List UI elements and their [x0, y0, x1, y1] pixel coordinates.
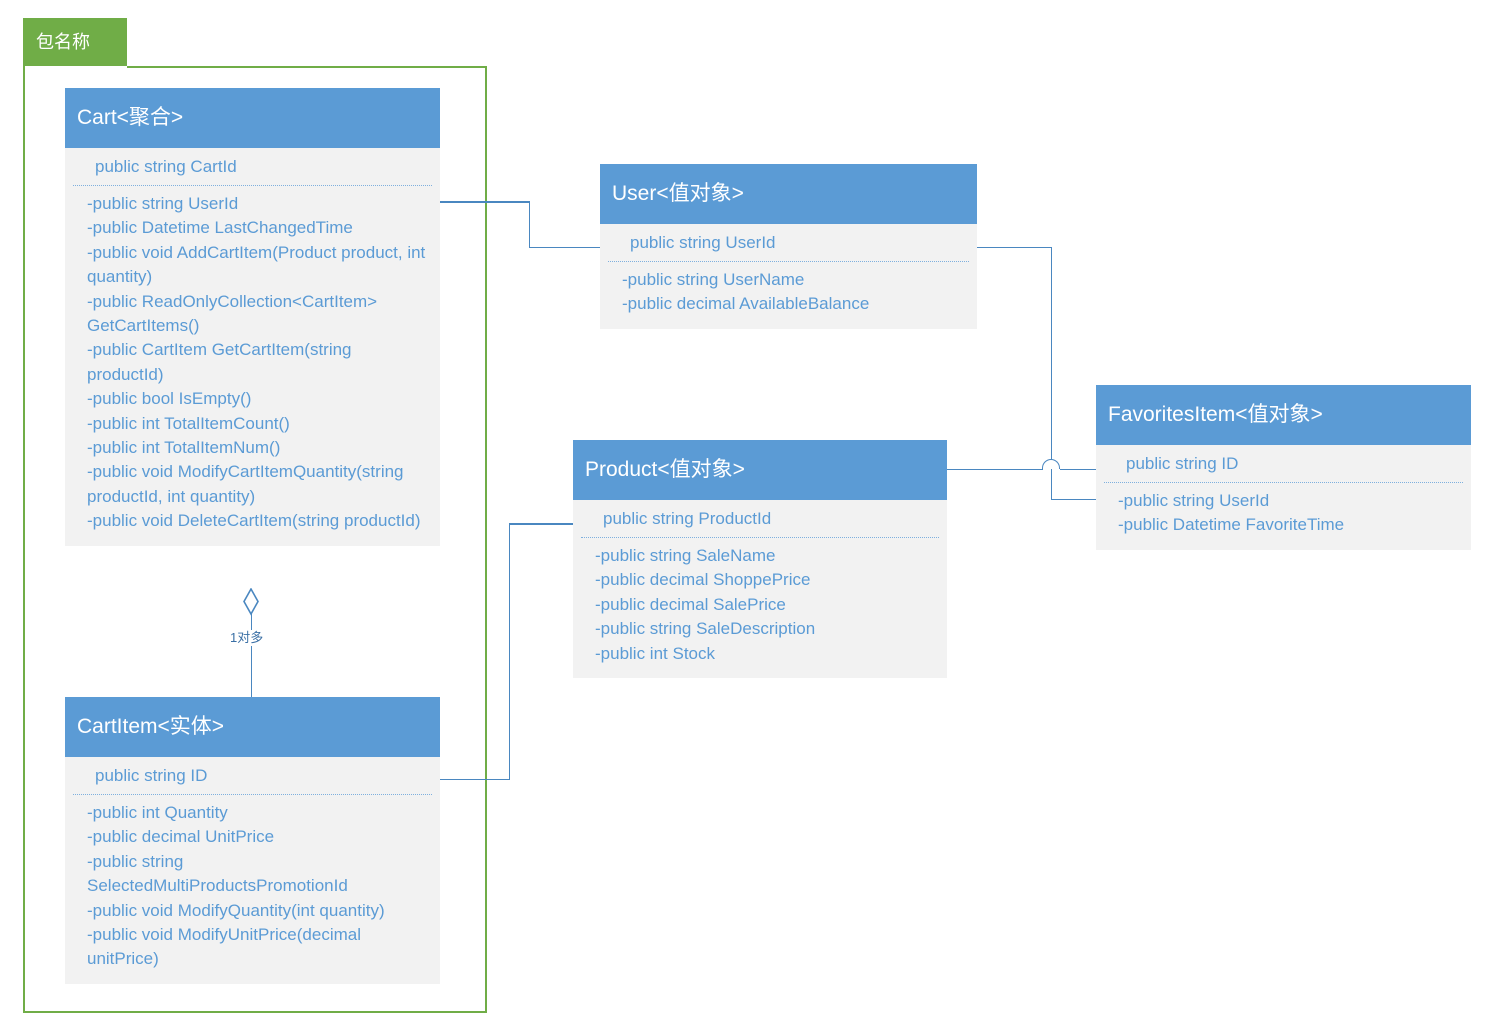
- connector-user-favoritesitem-seg2: [1050, 246, 1053, 464]
- class-box-favoritesitem[interactable]: FavoritesItem<值对象> public string ID -pub…: [1096, 385, 1471, 550]
- relationship-label-1dm: 1对多: [228, 630, 266, 646]
- class-member: -public int TotalItemNum(): [87, 438, 281, 458]
- connector-cart-user-seg3: [528, 246, 601, 249]
- class-member: -public string SaleDescription: [595, 619, 816, 639]
- class-member: -public void ModifyUnitPrice(decimal uni…: [87, 925, 361, 969]
- class-body-favoritesitem: public string ID -public string UserId -…: [1096, 445, 1471, 550]
- class-member: -public string SelectedMultiProductsProm…: [87, 851, 348, 896]
- class-member: -public string SaleName: [595, 546, 776, 565]
- class-key-attribute-user: public string UserId: [608, 224, 969, 262]
- class-key-attribute-cart: public string CartId: [73, 148, 432, 186]
- uml-class-diagram-canvas: 包名称 1对多 Cart<聚合> public string CartId -p…: [0, 0, 1487, 1030]
- class-box-product[interactable]: Product<值对象> public string ProductId -pu…: [573, 440, 947, 679]
- class-header-favoritesitem: FavoritesItem<值对象>: [1096, 385, 1471, 445]
- class-member: -public decimal UnitPrice: [87, 827, 275, 847]
- class-member: -public string UserId: [1118, 491, 1270, 510]
- package-tab[interactable]: 包名称: [23, 18, 127, 66]
- class-body-product: public string ProductId -public string S…: [573, 500, 947, 679]
- class-member: -public void ModifyQuantity(int quantity…: [87, 900, 385, 920]
- class-key-attribute-favoritesitem: public string ID: [1104, 445, 1463, 483]
- class-body-user: public string UserId -public string User…: [600, 224, 977, 329]
- class-member: -public decimal AvailableBalance: [622, 294, 870, 314]
- class-member: -public string UserId: [87, 194, 239, 213]
- class-header-user: User<值对象>: [600, 164, 977, 224]
- class-member: -public void DeleteCartItem(string produ…: [87, 511, 421, 531]
- class-member: -public CartItem GetCartItem(string prod…: [87, 340, 352, 384]
- class-header-cart: Cart<聚合>: [65, 88, 440, 148]
- class-member: -public int Stock: [595, 643, 715, 663]
- class-member: -public int Quantity: [87, 803, 228, 822]
- class-members-favoritesitem: -public string UserId -public Datetime F…: [1096, 483, 1471, 540]
- class-box-user[interactable]: User<值对象> public string UserId -public s…: [600, 164, 977, 329]
- class-member: -public bool IsEmpty(): [87, 389, 252, 409]
- connector-product-favoritesitem-seg1: [947, 468, 1043, 471]
- connector-cartitem-product-seg2: [508, 523, 511, 779]
- class-members-product: -public string SaleName -public decimal …: [573, 538, 947, 668]
- connector-user-favoritesitem-seg1: [977, 246, 1052, 249]
- class-member: -public string UserName: [622, 270, 805, 289]
- class-member: -public void AddCartItem(Product product…: [87, 242, 426, 287]
- package-frame-top-edge: [127, 66, 487, 68]
- connector-user-favoritesitem-seg3: [1050, 469, 1053, 500]
- connector-user-favoritesitem-seg4: [1050, 498, 1097, 501]
- class-header-product: Product<值对象>: [573, 440, 947, 500]
- class-member: -public ReadOnlyCollection<CartItem> Get…: [87, 291, 378, 336]
- class-member: -public Datetime LastChangedTime: [87, 218, 353, 238]
- package-tab-label: 包名称: [36, 32, 90, 52]
- class-member: -public int TotalItemCount(): [87, 413, 290, 433]
- connector-line-hop: [1042, 459, 1060, 469]
- class-box-cartitem[interactable]: CartItem<实体> public string ID -public in…: [65, 697, 440, 984]
- class-member: -public Datetime FavoriteTime: [1118, 515, 1345, 535]
- class-key-attribute-product: public string ProductId: [581, 500, 939, 538]
- class-member: -public void ModifyCartItemQuantity(stri…: [87, 462, 404, 506]
- class-key-attribute-cartitem: public string ID: [73, 757, 432, 795]
- connector-cart-cartitem-line: [250, 612, 253, 698]
- connector-cart-user-seg1: [440, 201, 530, 203]
- connector-cartitem-product-seg3: [508, 523, 574, 525]
- aggregation-diamond-icon: [243, 588, 259, 616]
- class-member: -public decimal ShoppePrice: [595, 570, 811, 590]
- class-body-cart: public string CartId -public string User…: [65, 148, 440, 546]
- connector-product-favoritesitem-seg2: [1060, 468, 1096, 471]
- class-members-cart: -public string UserId -public Datetime L…: [65, 186, 440, 536]
- connector-cart-user-seg2: [528, 201, 531, 248]
- connector-cartitem-product-seg1: [440, 778, 510, 781]
- class-members-user: -public string UserName -public decimal …: [600, 262, 977, 319]
- class-member: -public decimal SalePrice: [595, 594, 786, 614]
- class-body-cartitem: public string ID -public int Quantity -p…: [65, 757, 440, 984]
- class-header-cartitem: CartItem<实体>: [65, 697, 440, 757]
- class-box-cart[interactable]: Cart<聚合> public string CartId -public st…: [65, 88, 440, 546]
- class-members-cartitem: -public int Quantity -public decimal Uni…: [65, 795, 440, 974]
